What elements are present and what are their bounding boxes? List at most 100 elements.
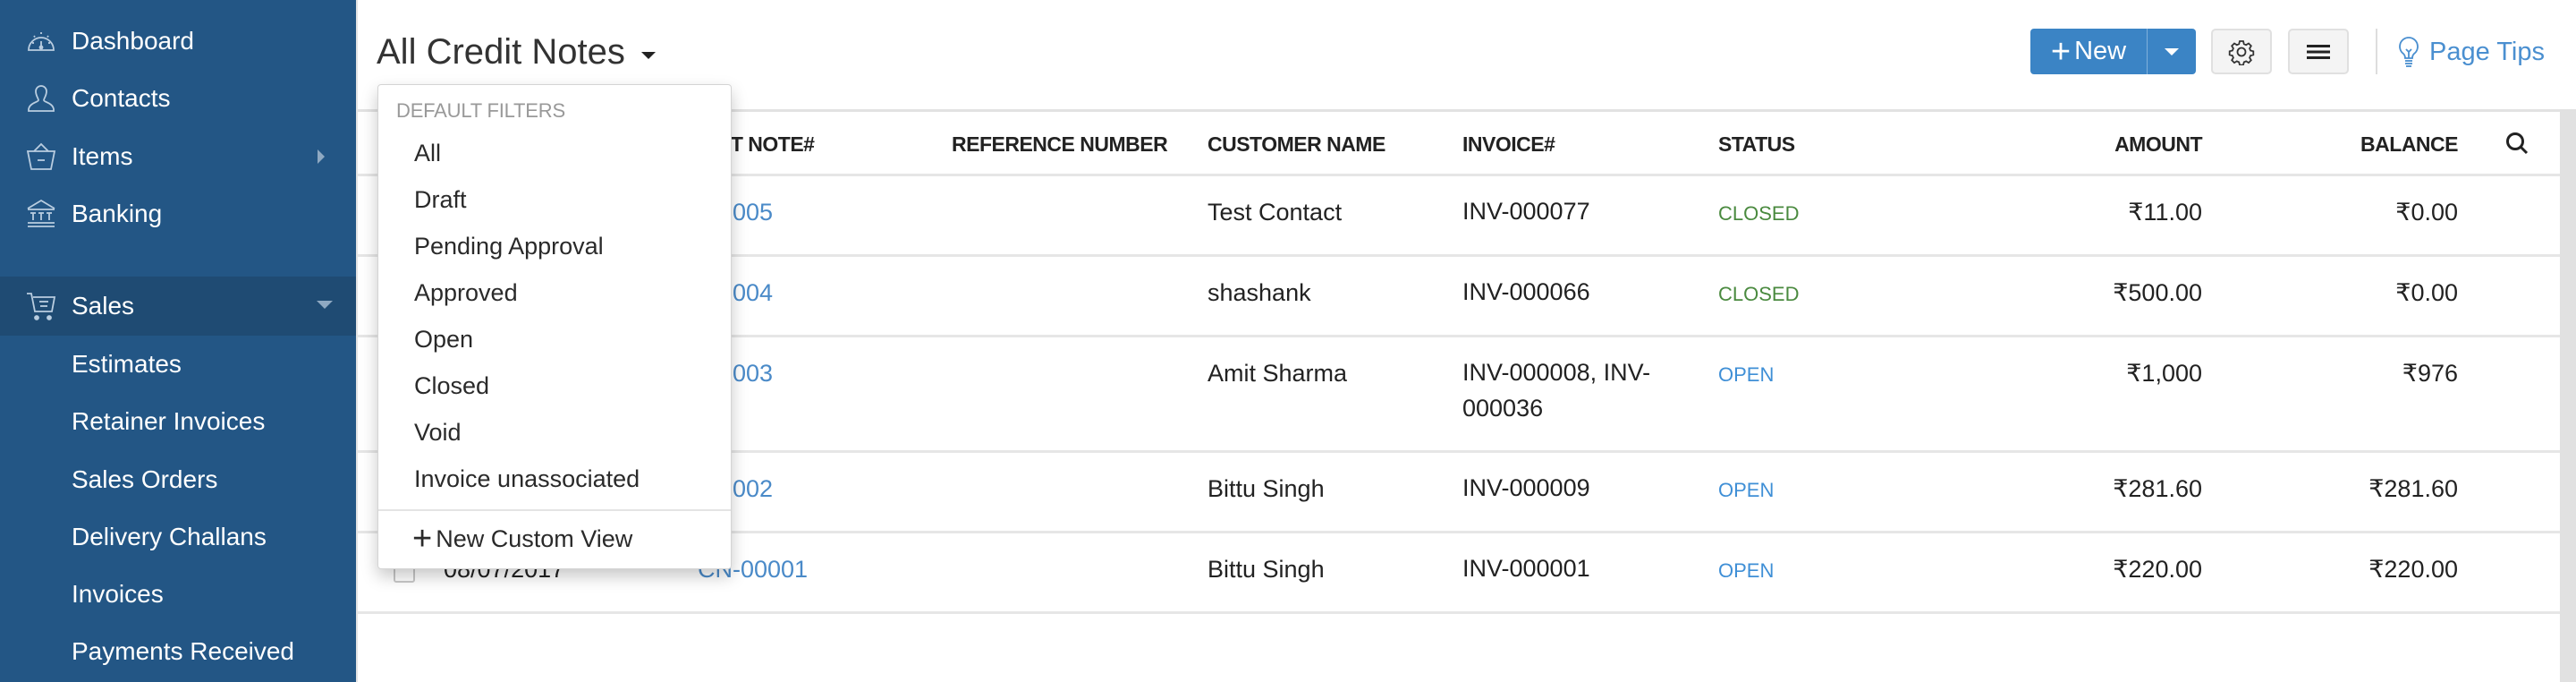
column-header-balance[interactable]: BALANCE: [2279, 132, 2458, 157]
customer-name: Test Contact: [1208, 199, 1343, 226]
new-button-label: New: [2074, 37, 2127, 65]
sidebar-item-dashboard[interactable]: Dashboard: [0, 13, 356, 70]
column-header-amount[interactable]: AMOUNT: [2023, 132, 2202, 157]
contacts-icon: [25, 82, 57, 115]
row-divider: [358, 611, 2560, 614]
hamburger-menu-icon: [2307, 44, 2330, 59]
invoice-number: INV-000008, INV-000036: [1462, 359, 1651, 422]
customer-name: Amit Sharma: [1208, 360, 1348, 387]
filter-option-label: Void: [414, 419, 462, 446]
sidebar-item-label: Items: [72, 142, 133, 170]
page-tips-link[interactable]: Page Tips: [2397, 32, 2545, 72]
vertical-scrollbar[interactable]: [2560, 109, 2576, 682]
status-badge: OPEN: [1718, 363, 1775, 386]
sidebar-subitem-label: Estimates: [72, 350, 182, 378]
chevron-right-icon: [318, 149, 325, 164]
amount: ₹281.60: [2113, 475, 2202, 502]
plus-icon: +: [2050, 32, 2072, 71]
filter-option-invoice-unassociated[interactable]: Invoice unassociated: [378, 456, 731, 503]
new-button-group: + New: [2030, 29, 2196, 74]
lightbulb-icon: [2399, 37, 2419, 67]
gear-icon: [2228, 39, 2255, 65]
header-divider: [2376, 29, 2377, 74]
balance: ₹0.00: [2395, 199, 2458, 226]
page-tips-label: Page Tips: [2429, 37, 2545, 66]
sidebar-item-label: Contacts: [72, 84, 171, 112]
status-badge: CLOSED: [1718, 202, 1800, 225]
sidebar-subitem-delivery-challans[interactable]: Delivery Challans: [0, 507, 356, 565]
dashboard-icon: [25, 25, 57, 57]
sidebar-item-label: Dashboard: [72, 27, 194, 55]
invoice-number: INV-000009: [1462, 474, 1590, 501]
view-selector[interactable]: All Credit Notes: [377, 32, 656, 72]
filter-option-open[interactable]: Open: [378, 317, 731, 363]
balance: ₹281.60: [2368, 475, 2458, 502]
new-dropdown-button[interactable]: [2148, 29, 2196, 74]
new-custom-view-label: New Custom View: [436, 524, 633, 552]
more-options-button[interactable]: [2288, 29, 2349, 74]
chevron-down-icon: [317, 301, 333, 309]
sidebar-subitem-sales-orders[interactable]: Sales Orders: [0, 450, 356, 507]
view-filter-dropdown: DEFAULT FILTERS All Draft Pending Approv…: [377, 84, 732, 569]
sidebar-subitem-label: Retainer Invoices: [72, 407, 266, 435]
sidebar-subitem-invoices[interactable]: Invoices: [0, 565, 356, 622]
table-search-button[interactable]: [2504, 131, 2529, 156]
filter-option-approved[interactable]: Approved: [378, 270, 731, 317]
items-basket-icon: [25, 141, 57, 173]
sidebar-subitem-label: Sales Orders: [72, 465, 218, 493]
column-header-invoice[interactable]: INVOICE#: [1462, 132, 1555, 157]
column-header-reference-number[interactable]: REFERENCE NUMBER: [952, 132, 1168, 157]
dropdown-section-label: DEFAULT FILTERS: [396, 99, 565, 122]
balance: ₹0.00: [2395, 279, 2458, 306]
sidebar-subitem-estimates[interactable]: Estimates: [0, 335, 356, 392]
new-custom-view-button[interactable]: + New Custom View: [378, 513, 731, 565]
caret-down-icon: [2165, 47, 2179, 55]
sidebar-item-label: Banking: [72, 200, 163, 227]
filter-option-void[interactable]: Void: [378, 410, 731, 456]
column-header-customer-name[interactable]: CUSTOMER NAME: [1208, 132, 1385, 157]
amount: ₹500.00: [2113, 279, 2202, 306]
filter-option-label: Invoice unassociated: [414, 465, 640, 492]
filter-option-label: Draft: [414, 186, 467, 213]
customer-name: Bittu Singh: [1208, 475, 1325, 502]
filter-option-pending-approval[interactable]: Pending Approval: [378, 224, 731, 270]
balance: ₹220.00: [2368, 556, 2458, 583]
status-badge: CLOSED: [1718, 283, 1800, 305]
sidebar-subitem-label: Delivery Challans: [72, 523, 267, 550]
sidebar-subitem-label: Invoices: [72, 580, 164, 608]
filter-option-draft[interactable]: Draft: [378, 177, 731, 224]
sidebar: Dashboard Contacts Items Banking Sales E…: [0, 0, 356, 682]
sidebar-item-banking[interactable]: Banking: [0, 185, 356, 243]
new-button[interactable]: + New: [2030, 29, 2148, 74]
filter-option-label: Approved: [414, 279, 518, 306]
status-badge: OPEN: [1718, 479, 1775, 501]
sidebar-subitem-payments-received[interactable]: Payments Received: [0, 622, 356, 679]
plus-icon: +: [412, 520, 433, 558]
page-title: All Credit Notes: [377, 32, 625, 72]
filter-option-label: Pending Approval: [414, 233, 604, 260]
amount: ₹11.00: [2128, 199, 2202, 226]
filter-option-label: Open: [414, 326, 474, 353]
filter-option-label: Closed: [414, 372, 490, 399]
sidebar-subitem-label: Payments Received: [72, 637, 295, 665]
settings-button[interactable]: [2211, 29, 2272, 74]
column-header-status[interactable]: STATUS: [1718, 132, 1795, 157]
sidebar-item-label: Sales: [72, 292, 135, 320]
search-icon: [2506, 132, 2529, 155]
sidebar-item-items[interactable]: Items: [0, 128, 356, 185]
dropdown-divider: [378, 509, 731, 511]
invoice-number: INV-000001: [1462, 555, 1590, 582]
filter-option-all[interactable]: All: [378, 131, 731, 177]
sidebar-subitem-retainer-invoices[interactable]: Retainer Invoices: [0, 392, 356, 449]
sidebar-item-sales[interactable]: Sales: [0, 277, 356, 336]
invoice-number: INV-000077: [1462, 198, 1590, 225]
customer-name: shashank: [1208, 279, 1311, 306]
filter-option-label: All: [414, 140, 442, 166]
cart-icon: [25, 290, 57, 322]
filter-option-closed[interactable]: Closed: [378, 363, 731, 410]
caret-down-icon: [640, 51, 656, 59]
invoice-number: INV-000066: [1462, 278, 1590, 305]
amount: ₹1,000: [2126, 360, 2202, 387]
customer-name: Bittu Singh: [1208, 556, 1325, 583]
sidebar-item-contacts[interactable]: Contacts: [0, 70, 356, 127]
